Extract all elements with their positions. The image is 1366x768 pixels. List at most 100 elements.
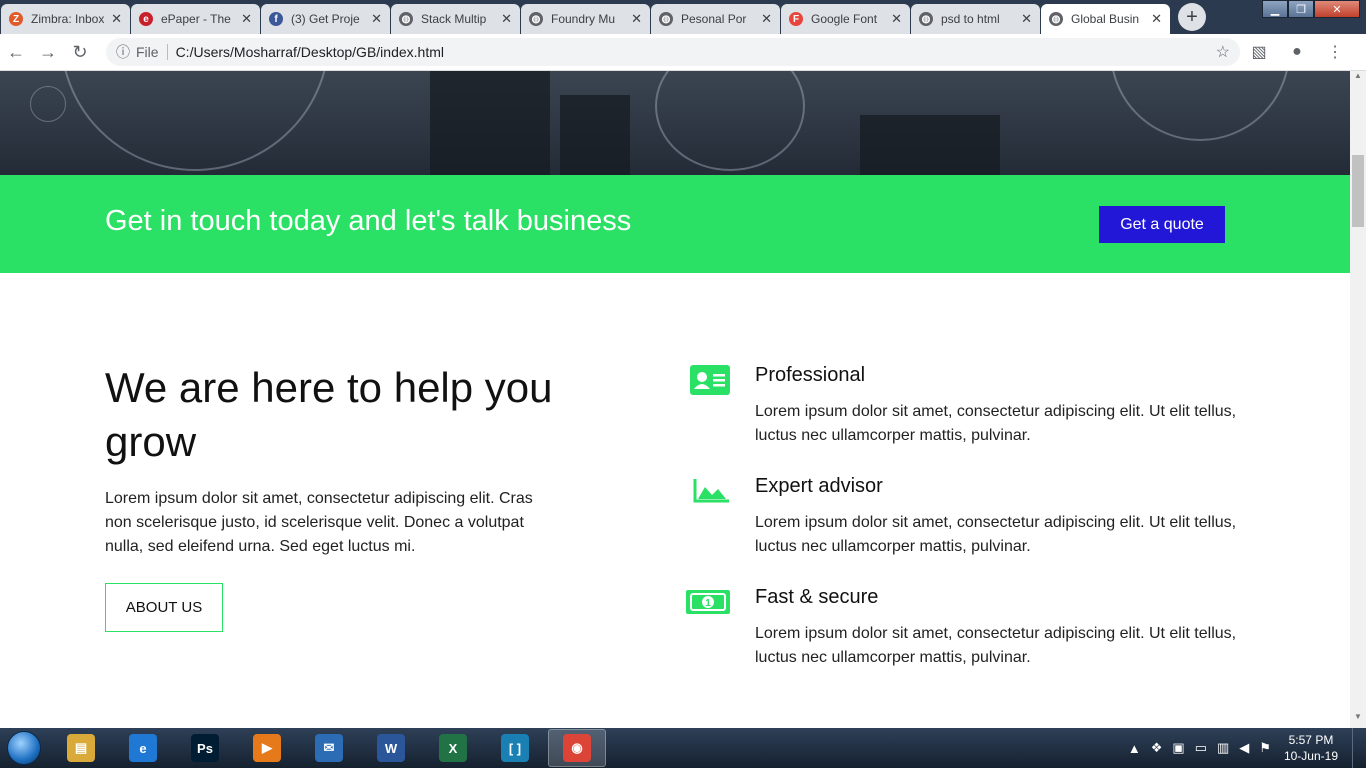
globe-icon: ◍ xyxy=(919,12,933,26)
window-close-button[interactable]: ✕ xyxy=(1314,0,1360,18)
photoshop-icon: Ps xyxy=(191,734,219,762)
tab-close-icon[interactable]: ✕ xyxy=(501,11,512,27)
windows-orb-icon[interactable] xyxy=(7,731,41,765)
flag-icon[interactable]: ⚑ xyxy=(1259,740,1271,756)
brackets-icon: [ ] xyxy=(501,734,529,762)
tray-expand-icon[interactable]: ▲ xyxy=(1128,741,1141,756)
menu-icon[interactable]: ⋮ xyxy=(1316,42,1354,62)
maximize-button[interactable]: ❐ xyxy=(1288,0,1314,18)
back-button[interactable]: ← xyxy=(0,42,32,63)
taskbar-app[interactable]: e xyxy=(114,729,172,767)
feature-title: Professional xyxy=(755,364,866,386)
browser-tab[interactable]: ◍ Foundry Mu ✕ xyxy=(521,4,650,34)
feature-title: Fast & secure xyxy=(755,586,879,608)
chrome-icon: ◉ xyxy=(563,734,591,762)
volume-icon[interactable]: ◀ xyxy=(1239,740,1249,756)
info-icon[interactable]: ⓘ xyxy=(116,42,130,62)
browser-tab[interactable]: e ePaper - The ✕ xyxy=(131,4,260,34)
hero-image xyxy=(0,71,1350,175)
clock[interactable]: 5:57 PM 10-Jun-19 xyxy=(1284,732,1338,764)
scroll-down-icon[interactable]: ▼ xyxy=(1350,712,1366,728)
tab-label: Pesonal Por xyxy=(681,12,747,26)
clock-time: 5:57 PM xyxy=(1288,733,1334,747)
word-icon: W xyxy=(377,734,405,762)
excel-icon: X xyxy=(439,734,467,762)
get-quote-button[interactable]: Get a quote xyxy=(1099,206,1225,243)
device-icon[interactable]: ▭ xyxy=(1195,740,1207,756)
zimbra-icon: Z xyxy=(9,12,23,26)
browser-tab-strip: Z Zimbra: Inbox ✕ e ePaper - The ✕ f (3) Get Pr… xyxy=(0,0,1366,34)
browser-tab[interactable]: ◍ Global Busin ✕ xyxy=(1041,4,1170,34)
minimize-button[interactable]: ▁ xyxy=(1262,0,1288,18)
url-text[interactable]: C:/Users/Mosharraf/Desktop/GB/index.html xyxy=(176,44,1216,60)
tab-close-icon[interactable]: ✕ xyxy=(891,11,902,27)
area-chart-icon xyxy=(693,479,729,503)
taskbar-app[interactable]: ◉ xyxy=(548,729,606,767)
tab-close-icon[interactable]: ✕ xyxy=(241,11,252,27)
start-button[interactable] xyxy=(0,728,48,768)
address-toolbar: ← → ↻ ⓘ File C:/Users/Mosharraf/Desktop/… xyxy=(0,34,1366,71)
new-tab-button[interactable]: + xyxy=(1178,3,1206,31)
browser-tab[interactable]: ◍ Stack Multip ✕ xyxy=(391,4,520,34)
media-player-icon: ▶ xyxy=(253,734,281,762)
taskbar-app[interactable]: [ ] xyxy=(486,729,544,767)
taskbar-app[interactable]: W xyxy=(362,729,420,767)
globe-icon: ◍ xyxy=(399,12,413,26)
scheme-label: File xyxy=(136,44,168,60)
google-fonts-icon: F xyxy=(789,12,803,26)
tab-label: Foundry Mu xyxy=(551,12,616,26)
about-text: Lorem ipsum dolor sit amet, consectetur … xyxy=(105,490,533,555)
tab-close-icon[interactable]: ✕ xyxy=(1021,11,1032,27)
tab-close-icon[interactable]: ✕ xyxy=(761,11,772,27)
browser-tab[interactable]: F Google Font ✕ xyxy=(781,4,910,34)
epaper-icon: e xyxy=(139,12,153,26)
taskbar-app[interactable]: ✉ xyxy=(300,729,358,767)
tab-label: ePaper - The xyxy=(161,12,231,26)
globe-icon: ◍ xyxy=(1049,12,1063,26)
browser-tab[interactable]: ◍ psd to html ✕ xyxy=(911,4,1040,34)
pdf-extension-icon[interactable]: ▧ xyxy=(1240,42,1278,62)
show-desktop-button[interactable] xyxy=(1352,728,1366,768)
tab-label: Stack Multip xyxy=(421,12,487,26)
feature-text: Lorem ipsum dolor sit amet, consectetur … xyxy=(755,625,1237,666)
tab-label: (3) Get Proje xyxy=(291,12,360,26)
tab-label: Google Font xyxy=(811,12,878,26)
page-scrollbar[interactable]: ▲ ▼ xyxy=(1350,71,1366,728)
tab-close-icon[interactable]: ✕ xyxy=(371,11,382,27)
taskbar-app[interactable]: ▶ xyxy=(238,729,296,767)
taskbar-app[interactable]: X xyxy=(424,729,482,767)
dropbox-icon[interactable]: ❖ xyxy=(1151,740,1163,756)
scrollbar-thumb[interactable] xyxy=(1352,155,1364,227)
tab-label: Zimbra: Inbox xyxy=(31,12,105,26)
forward-button[interactable]: → xyxy=(32,42,64,63)
bookmark-star-icon[interactable]: ☆ xyxy=(1216,42,1230,62)
browser-tab[interactable]: Z Zimbra: Inbox ✕ xyxy=(1,4,130,34)
browser-tab[interactable]: f (3) Get Proje ✕ xyxy=(261,4,390,34)
globe-icon: ◍ xyxy=(529,12,543,26)
network-icon[interactable]: ▥ xyxy=(1217,740,1229,756)
feature-text: Lorem ipsum dolor sit amet, consectetur … xyxy=(755,403,1237,444)
profile-icon[interactable]: ● xyxy=(1278,43,1316,61)
window-controls: ▁ ❐ ✕ xyxy=(1262,0,1360,18)
address-bar[interactable]: ⓘ File C:/Users/Mosharraf/Desktop/GB/ind… xyxy=(106,38,1240,66)
cta-banner: Get in touch today and let's talk busine… xyxy=(0,175,1350,273)
cta-heading: Get in touch today and let's talk busine… xyxy=(105,205,632,237)
reload-button[interactable]: ↻ xyxy=(64,42,96,63)
globe-icon: ◍ xyxy=(659,12,673,26)
file-explorer-icon: ▤ xyxy=(67,734,95,762)
taskbar-app[interactable]: Ps xyxy=(176,729,234,767)
system-tray: ▲ ❖ ▣ ▭ ▥ ◀ ⚑ 5:57 PM 10-Jun-19 xyxy=(1123,728,1366,768)
taskbar-app[interactable]: ▤ xyxy=(52,729,110,767)
internet-explorer-icon: e xyxy=(129,734,157,762)
money-bill-icon: 1 xyxy=(686,590,730,614)
adobe-tray-icon[interactable]: ▣ xyxy=(1172,740,1184,756)
tab-close-icon[interactable]: ✕ xyxy=(111,11,122,27)
tab-close-icon[interactable]: ✕ xyxy=(1151,11,1162,27)
browser-tab[interactable]: ◍ Pesonal Por ✕ xyxy=(651,4,780,34)
feature-text: Lorem ipsum dolor sit amet, consectetur … xyxy=(755,514,1237,555)
tab-label: psd to html xyxy=(941,12,1000,26)
tab-close-icon[interactable]: ✕ xyxy=(631,11,642,27)
tab-label: Global Busin xyxy=(1071,12,1140,26)
scroll-up-icon[interactable]: ▲ xyxy=(1350,71,1366,87)
about-us-button[interactable]: ABOUT US xyxy=(105,583,223,632)
